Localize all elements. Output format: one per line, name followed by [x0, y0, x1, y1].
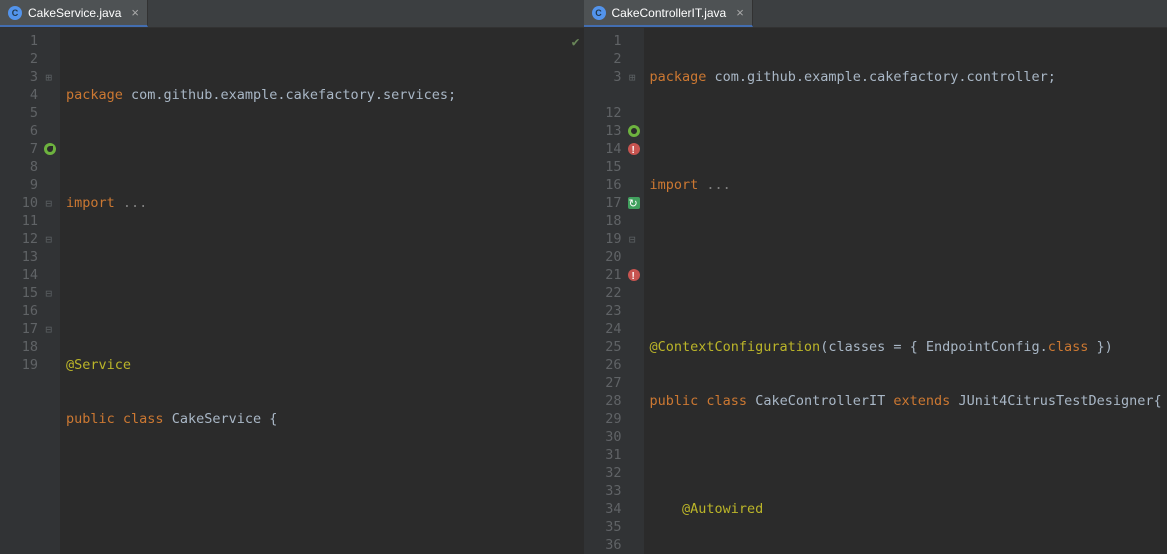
- inspection-ok-icon[interactable]: ✔: [572, 34, 580, 52]
- tab-filename: CakeService.java: [28, 6, 121, 20]
- kw-class: class: [123, 411, 164, 427]
- anno-args-end: }): [1088, 339, 1112, 355]
- annotation-autowired: @Autowired: [682, 501, 763, 517]
- tab-cakecontrollerit[interactable]: C CakeControllerIT.java ×: [584, 0, 753, 27]
- fold-end-icon[interactable]: ⊟: [40, 231, 52, 249]
- spring-bean-gutter-icon[interactable]: [42, 142, 56, 156]
- fold-expand-icon[interactable]: ⊞: [624, 69, 636, 87]
- code-area-right[interactable]: package com.github.example.cakefactory.c…: [644, 28, 1167, 554]
- package-stmt: com.github.example.cakefactory.services;: [131, 87, 456, 103]
- keyword-package: package: [66, 87, 123, 103]
- tab-cakeservice[interactable]: C CakeService.java ×: [0, 0, 148, 27]
- package-stmt: com.github.example.cakefactory.controlle…: [715, 69, 1056, 85]
- fold-expand-icon[interactable]: ⊞: [40, 69, 52, 87]
- error-gutter-icon[interactable]: [626, 268, 640, 282]
- fold-collapse-icon[interactable]: ⊟: [624, 231, 636, 249]
- class-name: CakeService: [172, 411, 261, 427]
- folded-imports[interactable]: ...: [123, 195, 147, 211]
- kw-extends: extends: [893, 393, 950, 409]
- close-icon[interactable]: ×: [736, 5, 744, 20]
- autowired-bean-gutter-icon[interactable]: [626, 196, 640, 210]
- folded-imports[interactable]: ...: [706, 177, 730, 193]
- gutter-left: 1 2 3⊞ 4 5 6 7 8 9 10⊟ 11 12⊟ 13 14 15⊟ …: [0, 28, 60, 554]
- annotation-contextconfig: @ContextConfiguration: [650, 339, 821, 355]
- fold-collapse-icon[interactable]: ⊟: [40, 285, 52, 303]
- error-gutter-icon[interactable]: [626, 142, 640, 156]
- right-editor-pane: C CakeControllerIT.java × 1 2 3⊞ 12 13 1…: [584, 0, 1167, 554]
- tabbar-right: C CakeControllerIT.java ×: [584, 0, 1167, 28]
- java-class-icon: C: [592, 6, 606, 20]
- annotation-service: @Service: [66, 357, 131, 373]
- superclass: JUnit4CitrusTestDesigner: [958, 393, 1153, 409]
- tab-filename: CakeControllerIT.java: [612, 6, 727, 20]
- spring-config-gutter-icon[interactable]: [626, 124, 640, 138]
- fold-collapse-icon[interactable]: ⊟: [40, 195, 52, 213]
- gutter-right: 1 2 3⊞ 12 13 14 15 16 17 18 19⊟ 20 21 22…: [584, 28, 644, 554]
- anno-args: (classes = { EndpointConfig.: [820, 339, 1048, 355]
- kw-class: class: [706, 393, 747, 409]
- tabbar-left: C CakeService.java ×: [0, 0, 584, 28]
- close-icon[interactable]: ×: [131, 5, 139, 20]
- code-area-left[interactable]: ✔ package com.github.example.cakefactory…: [60, 28, 584, 554]
- keyword-package: package: [650, 69, 707, 85]
- editor-left[interactable]: 1 2 3⊞ 4 5 6 7 8 9 10⊟ 11 12⊟ 13 14 15⊟ …: [0, 28, 584, 554]
- kw-class-literal: class: [1048, 339, 1089, 355]
- kw-public: public: [650, 393, 699, 409]
- java-class-icon: C: [8, 6, 22, 20]
- kw-public: public: [66, 411, 115, 427]
- editor-right[interactable]: 1 2 3⊞ 12 13 14 15 16 17 18 19⊟ 20 21 22…: [584, 28, 1167, 554]
- keyword-import: import: [66, 195, 115, 211]
- left-editor-pane: C CakeService.java × 1 2 3⊞ 4 5 6 7 8 9 …: [0, 0, 584, 554]
- fold-end-icon[interactable]: ⊟: [40, 321, 52, 339]
- class-name: CakeControllerIT: [755, 393, 885, 409]
- keyword-import: import: [650, 177, 699, 193]
